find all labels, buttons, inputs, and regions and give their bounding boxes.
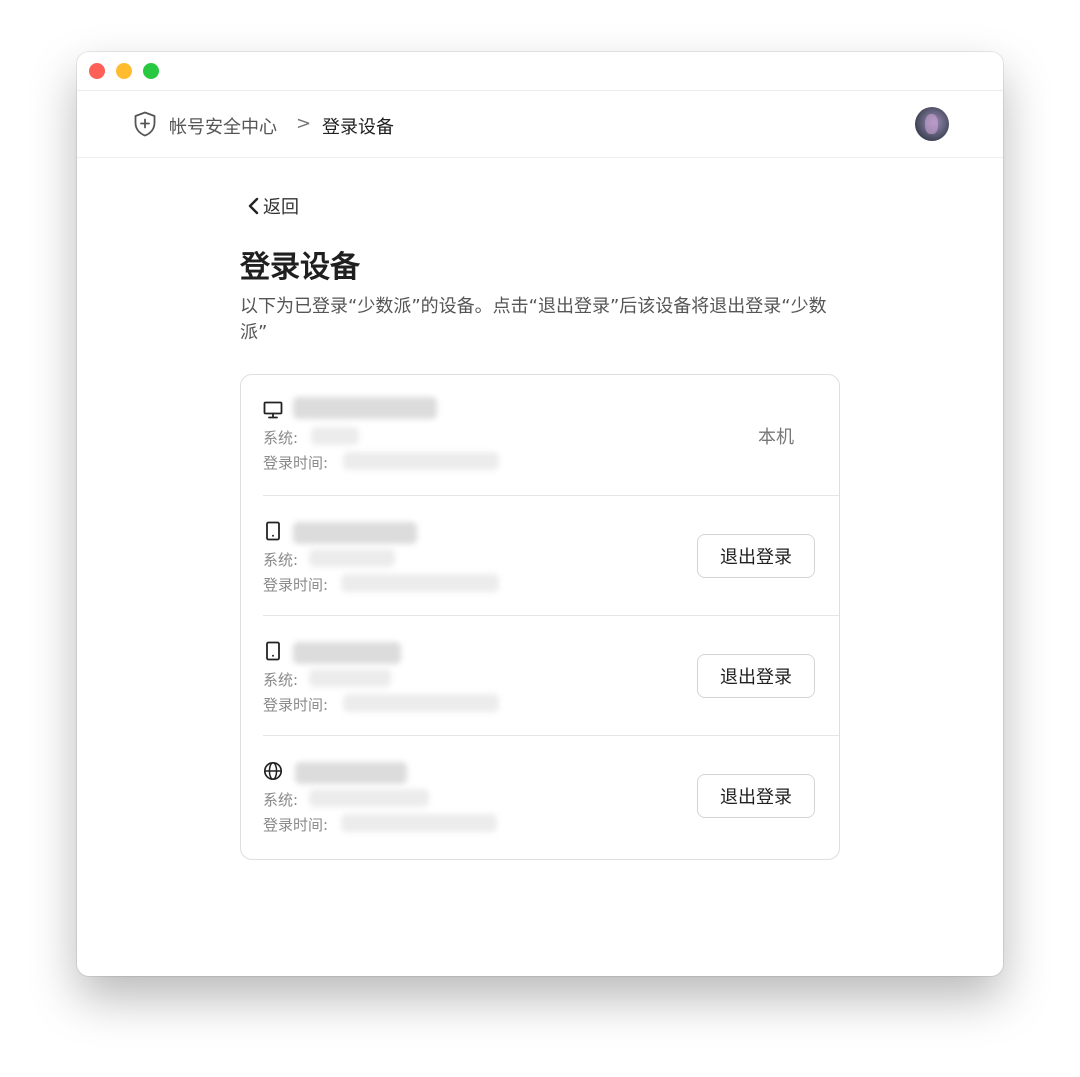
device-list: 系统: 登录时间: 本机 系统: 登录时间: 退出登录 系统: 登录时间: 退出… bbox=[240, 374, 840, 860]
zoom-window-button[interactable] bbox=[143, 63, 159, 79]
login-time-label: 登录时间: bbox=[263, 816, 329, 834]
breadcrumb-root[interactable]: 帐号安全中心 bbox=[169, 113, 277, 139]
shield-icon bbox=[134, 111, 156, 137]
system-label: 系统: bbox=[263, 551, 299, 569]
login-time-label: 登录时间: bbox=[263, 576, 329, 594]
logout-button[interactable]: 退出登录 bbox=[697, 654, 815, 698]
login-time-value-redacted bbox=[343, 452, 499, 470]
back-label: 返回 bbox=[263, 197, 299, 218]
phone-icon bbox=[266, 521, 280, 541]
device-name-redacted bbox=[293, 522, 417, 544]
close-window-button[interactable] bbox=[89, 63, 105, 79]
phone-icon bbox=[266, 641, 280, 661]
logout-button[interactable]: 退出登录 bbox=[697, 534, 815, 578]
breadcrumb-separator: > bbox=[296, 113, 312, 134]
back-link[interactable]: 返回 bbox=[247, 193, 299, 219]
minimize-window-button[interactable] bbox=[116, 63, 132, 79]
system-label: 系统: bbox=[263, 671, 299, 689]
system-label: 系统: bbox=[263, 791, 299, 809]
chevron-left-icon bbox=[248, 197, 259, 215]
page-title: 登录设备 bbox=[240, 250, 360, 285]
title-bar bbox=[77, 52, 1003, 91]
logout-button[interactable]: 退出登录 bbox=[697, 774, 815, 818]
login-time-value-redacted bbox=[341, 574, 499, 592]
device-row: 系统: 登录时间: 退出登录 bbox=[263, 615, 839, 736]
device-name-redacted bbox=[293, 397, 437, 419]
login-time-value-redacted bbox=[343, 694, 499, 712]
system-value-redacted bbox=[311, 427, 359, 445]
system-value-redacted bbox=[309, 669, 391, 687]
desktop-icon bbox=[263, 401, 283, 419]
avatar[interactable] bbox=[915, 107, 949, 141]
system-value-redacted bbox=[309, 789, 429, 807]
device-row: 系统: 登录时间: 退出登录 bbox=[263, 495, 839, 616]
device-row: 系统: 登录时间: 退出登录 bbox=[263, 735, 839, 856]
breadcrumb-current: 登录设备 bbox=[322, 117, 394, 138]
app-window: 帐号安全中心 > 登录设备 返回 登录设备 以下为已登录“少数派”的设备。点击“… bbox=[77, 52, 1003, 976]
globe-icon bbox=[263, 761, 283, 781]
login-time-label: 登录时间: bbox=[263, 454, 329, 472]
device-name-redacted bbox=[295, 762, 407, 784]
page-header: 帐号安全中心 > 登录设备 bbox=[77, 91, 1003, 158]
system-value-redacted bbox=[309, 549, 395, 567]
page-description: 以下为已登录“少数派”的设备。点击“退出登录”后该设备将退出登录“少数派” bbox=[240, 296, 827, 343]
device-name-redacted bbox=[293, 642, 401, 664]
this-device-badge: 本机 bbox=[758, 427, 794, 448]
device-row: 系统: 登录时间: 本机 bbox=[263, 375, 839, 495]
login-time-label: 登录时间: bbox=[263, 696, 329, 714]
system-label: 系统: bbox=[263, 429, 299, 447]
login-time-value-redacted bbox=[341, 814, 497, 832]
